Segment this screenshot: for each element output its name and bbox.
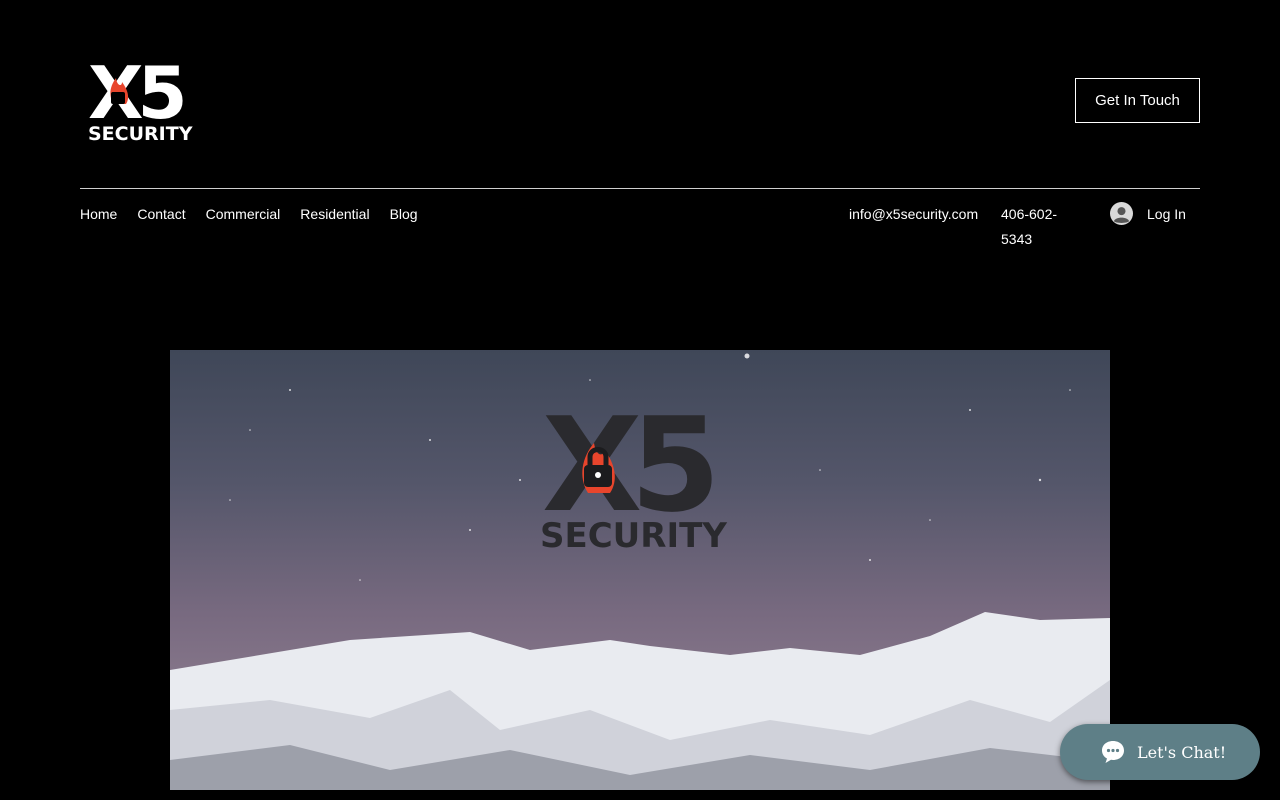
logo-wordmark: SECURITY (88, 123, 193, 145)
lock-icon (111, 92, 125, 104)
nav-item-residential[interactable]: Residential (300, 206, 369, 222)
header-divider (80, 188, 1200, 189)
user-avatar-icon (1110, 202, 1133, 225)
chat-widget-button[interactable]: Let's Chat! (1060, 724, 1260, 780)
nav-item-commercial[interactable]: Commercial (206, 206, 281, 222)
chat-bubble-icon (1102, 741, 1124, 763)
nav-item-blog[interactable]: Blog (390, 206, 418, 222)
hero-image: X5 SECURITY (170, 350, 1110, 790)
hero-logo: X5 SECURITY (540, 389, 740, 556)
hero-logo-wordmark: SECURITY (540, 516, 727, 555)
site-logo[interactable]: X5 SECURITY (86, 51, 196, 146)
nav-item-contact[interactable]: Contact (137, 206, 185, 222)
chat-label: Let's Chat! (1137, 742, 1227, 762)
main-nav: Home Contact Commercial Residential Blog (80, 206, 418, 222)
contact-phone-link[interactable]: 406-602-5343 (1001, 202, 1071, 252)
nav-item-home[interactable]: Home (80, 206, 117, 222)
contact-email-link[interactable]: info@x5security.com (849, 206, 978, 222)
get-in-touch-button[interactable]: Get In Touch (1075, 78, 1200, 123)
login-button[interactable]: Log In (1110, 202, 1186, 225)
login-label: Log In (1147, 205, 1186, 222)
